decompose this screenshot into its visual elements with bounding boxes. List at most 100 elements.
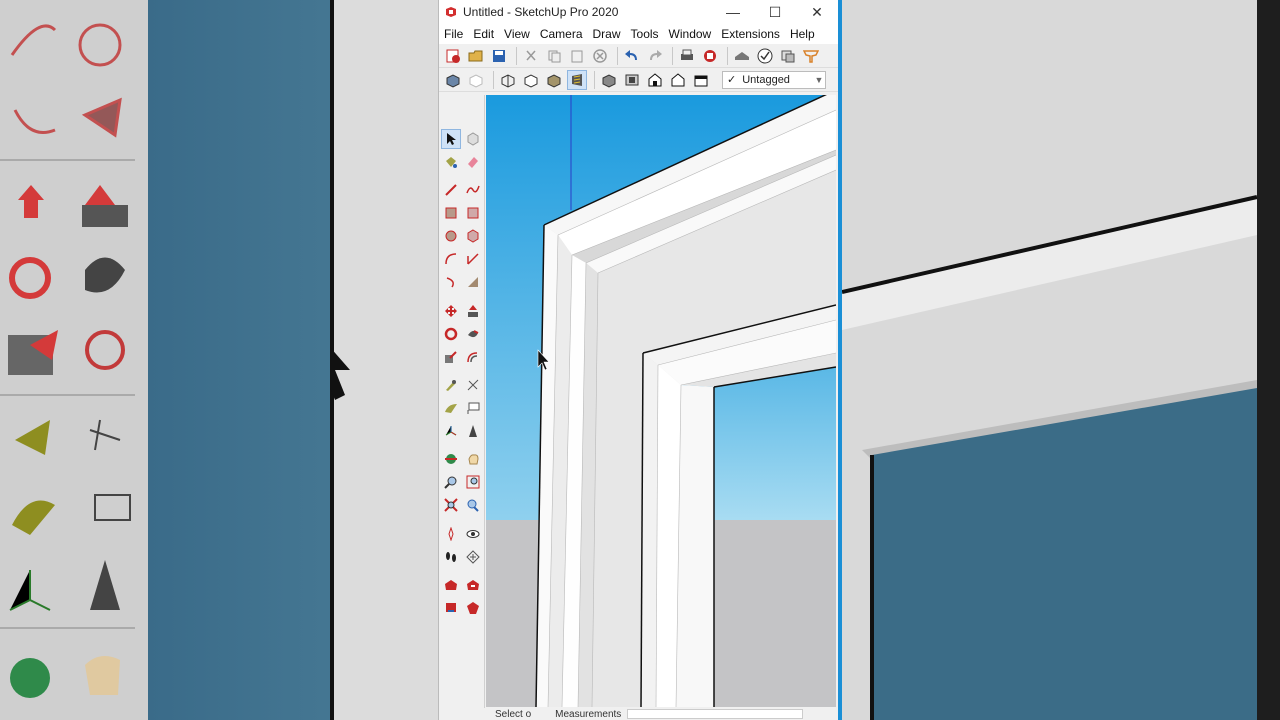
front-view-icon[interactable] [645, 70, 665, 90]
extension-warehouse-icon-2[interactable] [463, 598, 483, 618]
tag-name: Untagged [742, 73, 790, 86]
2pt-arc-icon[interactable] [463, 272, 483, 292]
xray-icon[interactable] [443, 70, 463, 90]
top-view-icon[interactable] [622, 70, 642, 90]
save-icon[interactable] [489, 46, 509, 66]
door-frame-model [486, 95, 836, 707]
dimension-icon[interactable] [463, 375, 483, 395]
paste-icon[interactable] [567, 46, 587, 66]
erase-icon[interactable] [590, 46, 610, 66]
arc-icon[interactable] [441, 249, 461, 269]
menu-extensions[interactable]: Extensions [716, 27, 785, 41]
window-title: Untitled - SketchUp Pro 2020 [463, 5, 619, 19]
tape-measure-icon[interactable] [441, 375, 461, 395]
previous-view-icon[interactable] [463, 495, 483, 515]
eraser-icon[interactable] [463, 152, 483, 172]
check-icon: ✓ [727, 74, 737, 86]
model-viewport[interactable] [486, 95, 836, 707]
toolbar-separator [594, 70, 595, 89]
paint-bucket-icon[interactable] [441, 152, 461, 172]
share-model-icon[interactable] [463, 575, 483, 595]
offset-icon[interactable] [463, 347, 483, 367]
extension-warehouse-icon[interactable] [801, 46, 821, 66]
menu-window[interactable]: Window [664, 27, 717, 41]
menu-draw[interactable]: Draw [588, 27, 626, 41]
shaded-icon[interactable] [544, 70, 564, 90]
menu-bar: File Edit View Camera Draw Tools Window … [439, 24, 838, 44]
rotate-icon[interactable] [441, 324, 461, 344]
new-icon[interactable] [443, 46, 463, 66]
menu-tools[interactable]: Tools [626, 27, 664, 41]
backedges-icon[interactable] [466, 70, 486, 90]
select-hint-text: Select o [495, 708, 532, 720]
share-component-icon[interactable] [441, 598, 461, 618]
look-around-icon[interactable] [463, 524, 483, 544]
follow-me-icon[interactable] [463, 324, 483, 344]
large-tool-set [439, 95, 485, 720]
right-view-icon[interactable] [668, 70, 688, 90]
background-right-scene [842, 0, 1280, 720]
copy-icon[interactable] [544, 46, 564, 66]
hiddenline-icon[interactable] [521, 70, 541, 90]
back-view-icon[interactable] [691, 70, 711, 90]
position-camera-icon[interactable] [441, 524, 461, 544]
3d-text-icon[interactable] [463, 421, 483, 441]
background-cursor [315, 0, 350, 720]
text-icon[interactable] [463, 398, 483, 418]
select-icon[interactable] [441, 129, 461, 149]
undo-icon[interactable] [622, 46, 642, 66]
axes-icon[interactable] [441, 421, 461, 441]
background-right-blur [842, 0, 1280, 720]
menu-camera[interactable]: Camera [535, 27, 588, 41]
iso-icon[interactable] [599, 70, 619, 90]
line-icon[interactable] [441, 180, 461, 200]
menu-view[interactable]: View [499, 27, 535, 41]
warehouse-icon-1[interactable] [441, 575, 461, 595]
3pt-arc-icon[interactable] [441, 272, 461, 292]
menu-edit[interactable]: Edit [468, 27, 499, 41]
cut-icon[interactable] [521, 46, 541, 66]
extension-check-icon[interactable] [755, 46, 775, 66]
background-blurred-frame [315, 0, 438, 720]
zoom-window-icon[interactable] [463, 472, 483, 492]
warehouse-icon[interactable] [732, 46, 752, 66]
component-icon[interactable] [463, 129, 483, 149]
zoom-extents-icon[interactable] [441, 495, 461, 515]
freehand-icon[interactable] [463, 180, 483, 200]
workspace: Select o Measurements [439, 95, 838, 720]
push-pull-icon[interactable] [463, 301, 483, 321]
status-bar: Select o Measurements [439, 708, 838, 720]
layout-icon[interactable] [778, 46, 798, 66]
toolbar-separator [516, 46, 517, 65]
textured-icon[interactable] [567, 69, 587, 90]
menu-file[interactable]: File [439, 27, 468, 41]
open-icon[interactable] [466, 46, 486, 66]
move-icon[interactable] [441, 301, 461, 321]
zoom-icon[interactable] [441, 472, 461, 492]
print-icon[interactable] [677, 46, 697, 66]
rotated-rectangle-icon[interactable] [463, 203, 483, 223]
maximize-button[interactable]: ☐ [754, 0, 796, 24]
protractor-icon[interactable] [441, 398, 461, 418]
section-plane-icon[interactable] [463, 547, 483, 567]
sketchup-logo-icon [446, 7, 456, 17]
polygon-icon[interactable] [463, 226, 483, 246]
close-button[interactable]: ✕ [796, 0, 838, 24]
rectangle-icon[interactable] [441, 203, 461, 223]
model-info-icon[interactable] [700, 46, 720, 66]
menu-help[interactable]: Help [785, 27, 820, 41]
orbit-icon[interactable] [441, 449, 461, 469]
screen: Untitled - SketchUp Pro 2020 — ☐ ✕ File … [0, 0, 1280, 720]
circle-icon[interactable] [441, 226, 461, 246]
minimize-button[interactable]: — [712, 0, 754, 24]
redo-icon[interactable] [645, 46, 665, 66]
title-bar: Untitled - SketchUp Pro 2020 — ☐ ✕ [439, 0, 838, 24]
pie-icon[interactable] [463, 249, 483, 269]
wireframe-icon[interactable] [498, 70, 518, 90]
tag-dropdown[interactable]: ✓ Untagged ▼ [722, 70, 826, 89]
walk-icon[interactable] [441, 547, 461, 567]
toolbar-separator [727, 46, 728, 65]
measurements-input[interactable] [627, 709, 804, 719]
pan-icon[interactable] [463, 449, 483, 469]
scale-icon[interactable] [441, 347, 461, 367]
